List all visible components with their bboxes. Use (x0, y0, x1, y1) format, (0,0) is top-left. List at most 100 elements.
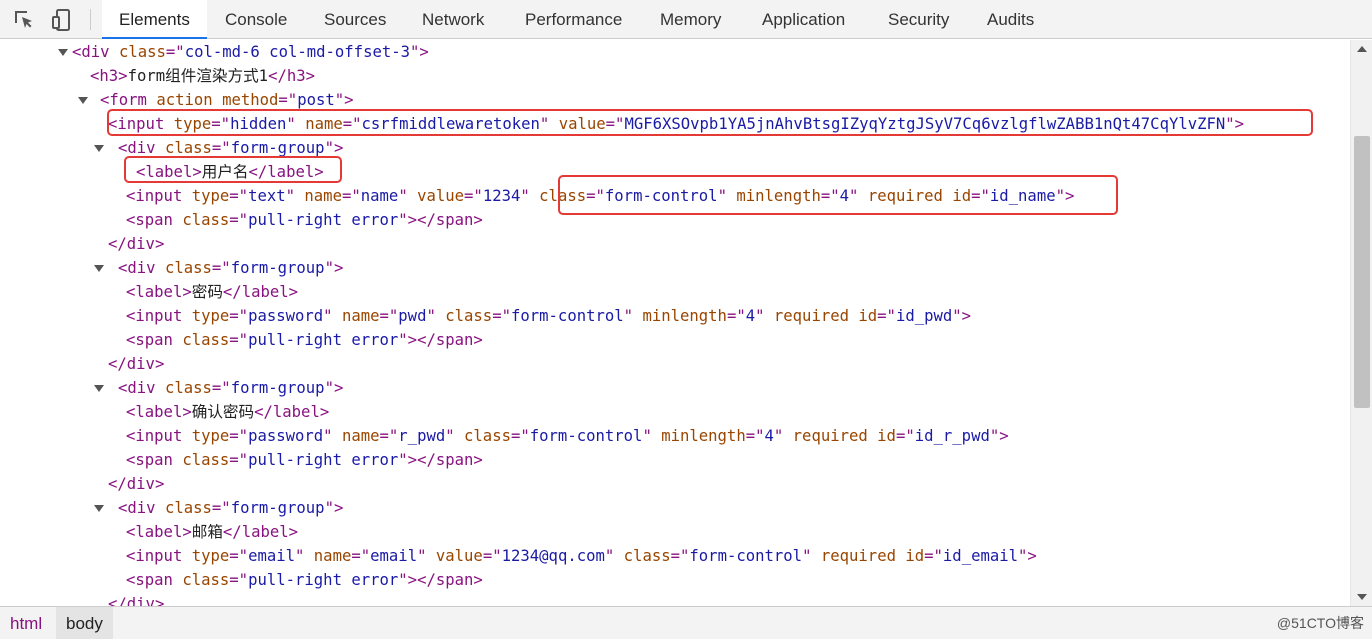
dom-node-line[interactable]: <div class="form-group"> (118, 496, 343, 520)
tag-token: <span (126, 571, 183, 589)
inspect-element-icon[interactable] (12, 8, 36, 32)
expand-triangle-icon[interactable] (94, 385, 104, 392)
dom-node-line[interactable]: <span class="pull-right error"></span> (126, 448, 483, 472)
attr-name-token: minlength (661, 427, 746, 445)
tab-network[interactable]: Network (405, 0, 501, 39)
tag-token: <span (126, 211, 183, 229)
dom-node-line[interactable]: <span class="pull-right error"></span> (126, 328, 483, 352)
tag-token: "> (1018, 547, 1037, 565)
tab-elements[interactable]: Elements (102, 0, 207, 39)
vertical-scrollbar[interactable] (1350, 40, 1372, 606)
dom-node-line[interactable]: <input type="email" name="email" value="… (126, 544, 1037, 568)
expand-triangle-icon[interactable] (78, 97, 88, 104)
attr-value-token: 4 (764, 427, 774, 445)
dom-node-line[interactable]: </div> (108, 352, 164, 376)
attr-name-token: id (877, 427, 896, 445)
device-toolbar-icon[interactable] (50, 8, 74, 32)
tab-performance[interactable]: Performance (508, 0, 639, 39)
breadcrumb-html[interactable]: html (0, 607, 52, 639)
text-token: 密码 (191, 283, 223, 301)
elements-tree: <div class="col-md-6 col-md-offset-3"> <h… (0, 40, 1350, 606)
tag-token: =" (229, 211, 249, 229)
attr-value-token: col-md-6 col-md-offset-3 (184, 43, 411, 61)
scroll-up-icon[interactable] (1357, 46, 1367, 52)
dom-node-line[interactable]: </div> (108, 232, 164, 256)
tag-token: =" (229, 571, 249, 589)
scrollbar-thumb[interactable] (1354, 136, 1370, 408)
dom-node-line[interactable]: <h3>form组件渲染方式1</h3> (90, 64, 315, 88)
attr-value-token: email (370, 547, 418, 565)
tag-token: <div (118, 379, 165, 397)
tag-token: " (802, 547, 821, 565)
attr-value-token: pwd (398, 307, 427, 325)
attr-name-token: class (445, 307, 493, 325)
tag-token: </div> (108, 235, 165, 253)
dom-node-line[interactable]: <div class="col-md-6 col-md-offset-3"> (72, 40, 429, 64)
expand-triangle-icon[interactable] (94, 265, 104, 272)
expand-triangle-icon[interactable] (94, 145, 104, 152)
tag-token: =" (745, 427, 765, 445)
tag-token: =" (229, 547, 249, 565)
dom-node-line[interactable]: </div> (108, 592, 164, 606)
attr-name-token: type (191, 307, 230, 325)
scroll-down-icon[interactable] (1357, 594, 1367, 600)
dom-node-line[interactable]: <label>邮箱</label> (126, 520, 298, 544)
attr-value-token: pull-right error (248, 331, 399, 349)
dom-node-line[interactable]: <label>密码</label> (126, 280, 298, 304)
attr-name-token: method (222, 91, 279, 109)
attr-name-token: class (623, 547, 671, 565)
tag-token: =" (211, 379, 231, 397)
tag-token: =" (482, 547, 502, 565)
attr-name-token: class (182, 451, 230, 469)
tab-security[interactable]: Security (871, 0, 966, 39)
attr-name-token: required (773, 307, 849, 325)
attr-name-token: class (464, 427, 511, 445)
attr-name-token: type (191, 427, 230, 445)
tag-token: =" (924, 547, 943, 565)
attr-name-token: value (417, 187, 465, 205)
attr-value-token: password (248, 307, 324, 325)
tag-token: "></span> (398, 451, 483, 469)
attr-value-token: form-control (510, 307, 624, 325)
tag-token: </div> (108, 355, 165, 373)
breadcrumb-body[interactable]: body (56, 607, 113, 639)
attr-value-token: password (248, 427, 324, 445)
tag-token: " (417, 547, 436, 565)
dom-node-line[interactable]: <input type="password" name="r_pwd" clas… (126, 424, 1009, 448)
attr-name-token: value (435, 547, 483, 565)
dom-node-line[interactable]: <span class="pull-right error"></span> (126, 568, 483, 592)
dom-node-line[interactable]: <div class="form-group"> (118, 256, 343, 280)
tab-audits[interactable]: Audits (970, 0, 1051, 39)
tab-sources[interactable]: Sources (307, 0, 403, 39)
tab-application[interactable]: Application (745, 0, 862, 39)
tag-token: =" (229, 187, 249, 205)
tag-token: "></span> (398, 571, 483, 589)
tab-memory[interactable]: Memory (643, 0, 738, 39)
dom-node-line[interactable]: <input type="password" name="pwd" class=… (126, 304, 971, 328)
tag-token: " (623, 307, 643, 325)
dom-node-line[interactable]: <span class="pull-right error"></span> (126, 208, 483, 232)
attr-value-token: form-group (230, 259, 325, 277)
text-token: 确认密码 (191, 403, 255, 421)
tag-token: " (398, 187, 418, 205)
tag-token: <div (118, 259, 165, 277)
attr-name-token: required (820, 547, 896, 565)
expand-triangle-icon[interactable] (94, 505, 104, 512)
dom-node-line[interactable]: </div> (108, 472, 164, 496)
expand-triangle-icon[interactable] (58, 49, 68, 56)
tag-token: " (426, 307, 446, 325)
tag-token: <label> (126, 283, 192, 301)
tag-token: "> (324, 139, 344, 157)
attr-value-token: form-group (230, 499, 325, 517)
tab-console[interactable]: Console (208, 0, 304, 39)
attr-name-token: action (156, 91, 213, 109)
attr-value-token: form-group (230, 379, 325, 397)
tag-token: =" (278, 91, 298, 109)
dom-node-line[interactable]: <label>确认密码</label> (126, 400, 329, 424)
attr-value-token: name (360, 187, 399, 205)
tag-token: <span (126, 331, 183, 349)
tag-token: <div (118, 139, 165, 157)
watermark: @51CTO博客 (1276, 615, 1364, 631)
dom-node-line[interactable]: <div class="form-group"> (118, 376, 343, 400)
attr-name-token: name (341, 307, 380, 325)
